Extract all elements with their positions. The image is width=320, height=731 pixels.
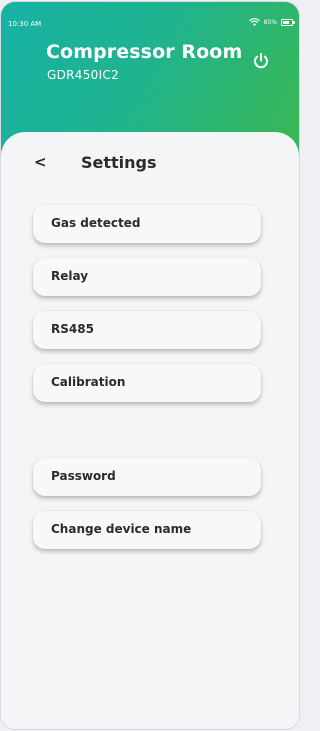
menu-item-label: Change device name xyxy=(51,522,192,536)
device-model: GDR450IC2 xyxy=(47,68,120,82)
settings-panel: < Settings Gas detected Relay RS485 Cali… xyxy=(1,132,299,729)
menu-item-gas-detected[interactable]: Gas detected xyxy=(33,205,261,243)
wifi-icon xyxy=(248,18,260,26)
menu-item-label: Gas detected xyxy=(51,216,141,230)
menu-item-label: Password xyxy=(51,469,116,483)
menu-item-rs485[interactable]: RS485 xyxy=(33,311,261,349)
status-indicators: 85% xyxy=(248,18,295,26)
menu-item-change-device-name[interactable]: Change device name xyxy=(33,511,261,549)
back-button[interactable]: < xyxy=(34,153,47,171)
menu-item-label: Calibration xyxy=(51,375,126,389)
menu-item-relay[interactable]: Relay xyxy=(33,258,261,296)
page-title: Settings xyxy=(81,153,157,172)
battery-icon xyxy=(281,18,295,26)
menu-item-password[interactable]: Password xyxy=(33,458,261,496)
phone-screen: 10:30 AM 85% Compressor Room GDR450IC2 <… xyxy=(1,2,299,729)
battery-percent: 85% xyxy=(263,18,277,26)
status-time: 10:30 AM xyxy=(8,20,42,28)
menu-item-label: Relay xyxy=(51,269,89,283)
status-bar: 10:30 AM 85% xyxy=(1,2,299,28)
menu-item-calibration[interactable]: Calibration xyxy=(33,364,261,402)
power-button[interactable] xyxy=(251,51,271,71)
menu-item-label: RS485 xyxy=(51,322,94,336)
device-title: Compressor Room xyxy=(46,41,243,63)
power-icon xyxy=(254,53,268,69)
